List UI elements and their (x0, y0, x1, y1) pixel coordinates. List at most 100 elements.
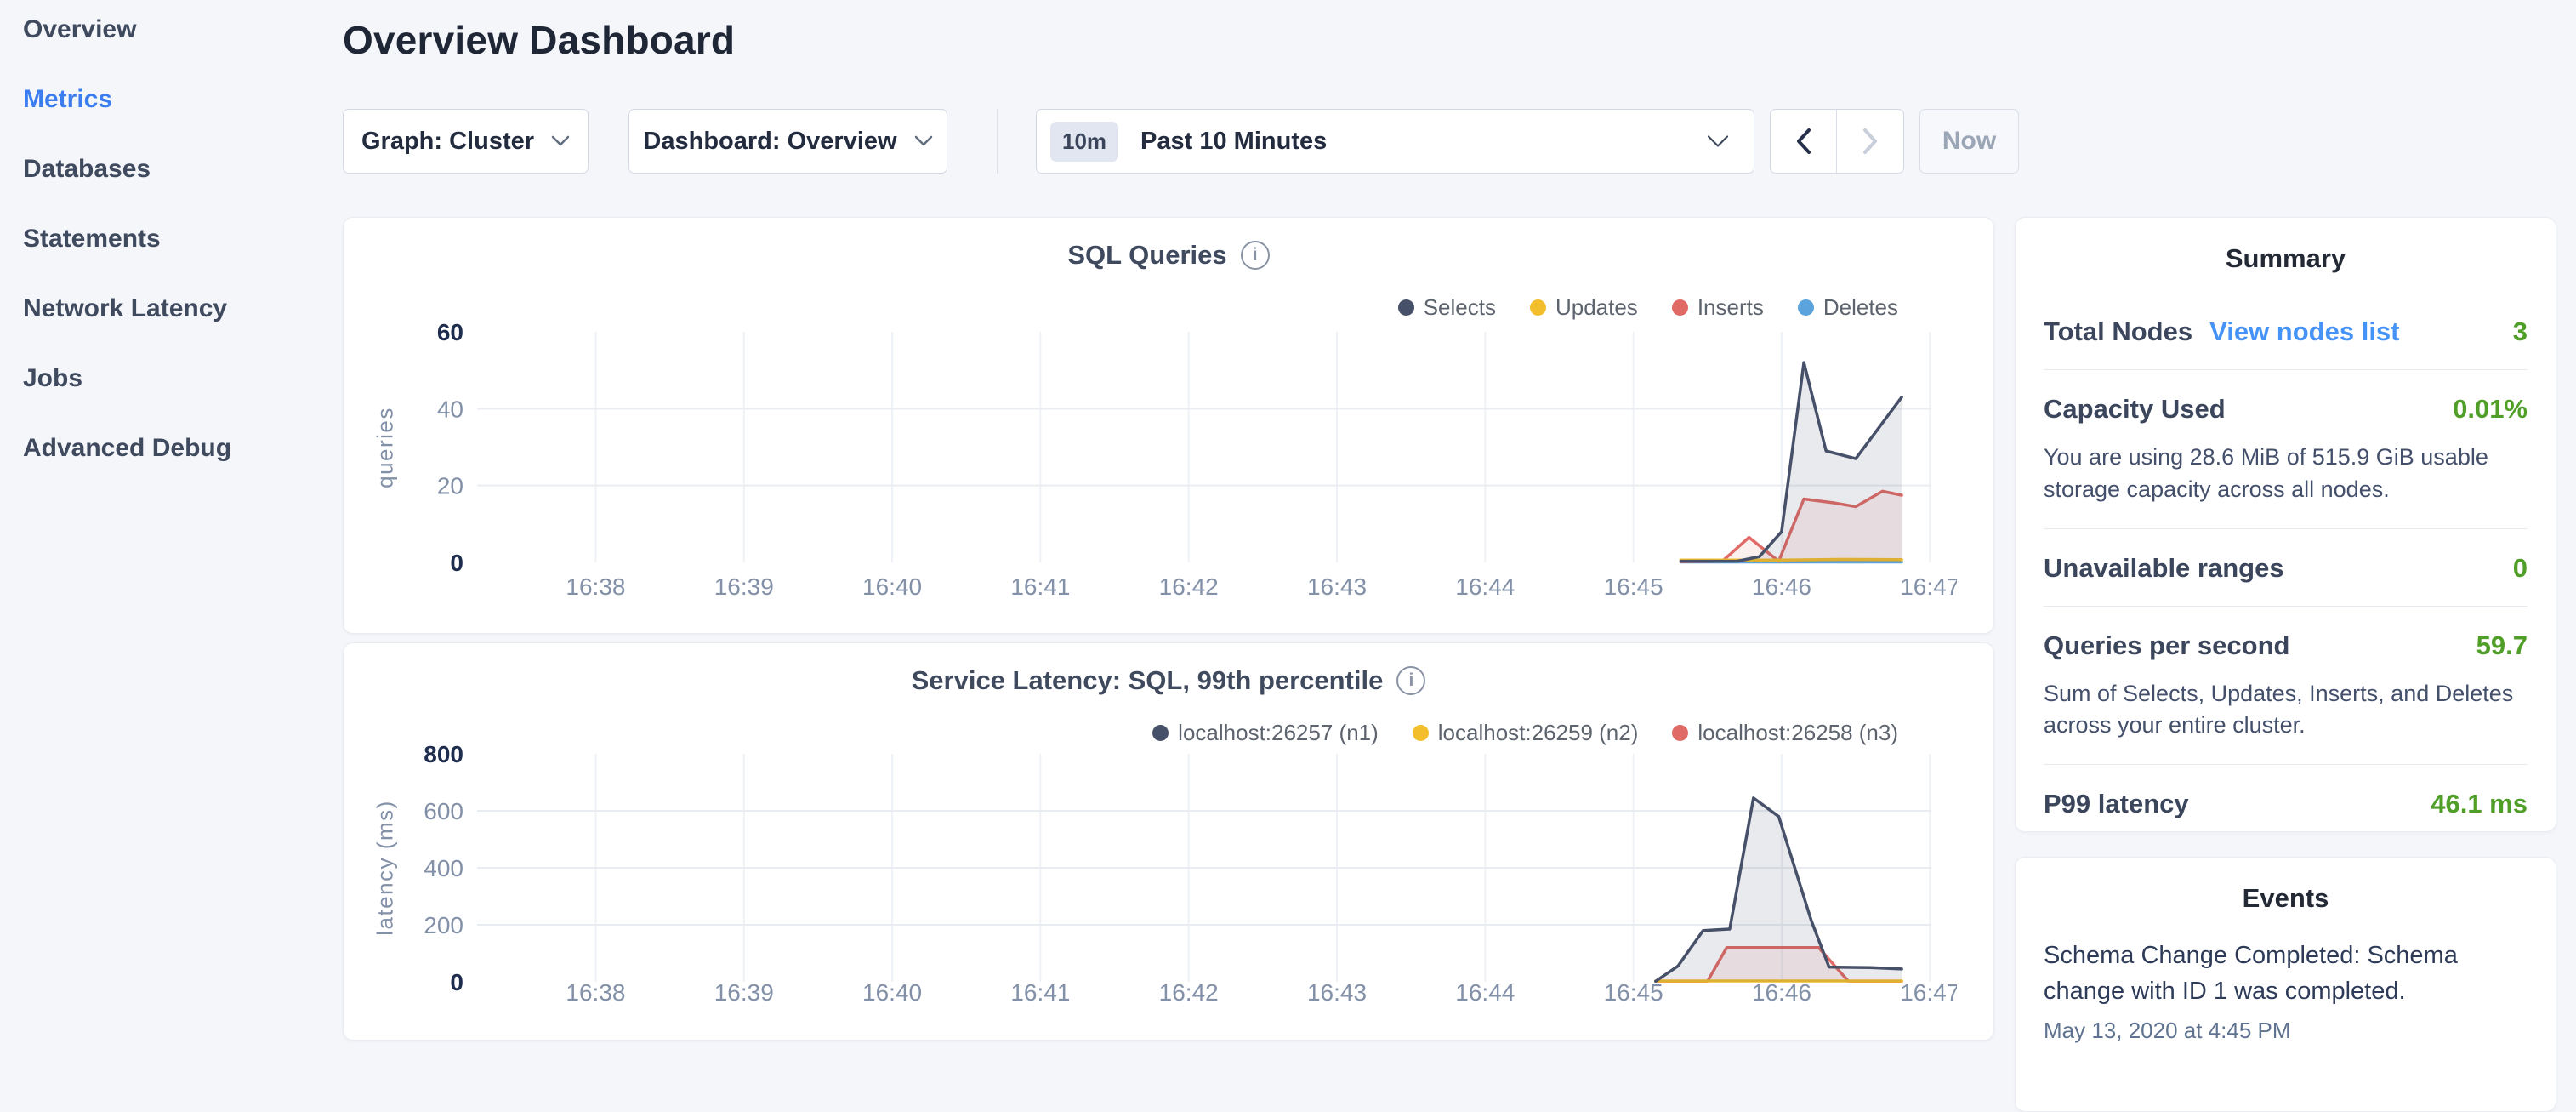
svg-text:16:40: 16:40 (862, 979, 922, 1006)
event-timestamp: May 13, 2020 at 4:45 PM (2044, 1018, 2528, 1044)
svg-text:16:39: 16:39 (714, 573, 774, 600)
svg-text:16:44: 16:44 (1455, 573, 1515, 600)
legend-label: Updates (1555, 294, 1638, 321)
summary-label: Total Nodes (2044, 316, 2192, 347)
svg-text:16:39: 16:39 (714, 979, 774, 1006)
dashboard-dropdown[interactable]: Dashboard: Overview (628, 109, 947, 174)
overview-dashboard-page: { "sidebar": { "items": [ { "label": "Ov… (0, 0, 2576, 1052)
summary-row-queries-per-second: Queries per second 59.7 Sum of Selects, … (2044, 606, 2528, 765)
svg-text:40: 40 (437, 396, 463, 422)
service-latency-chart-card: Service Latency: SQL, 99th percentile i … (343, 642, 1994, 1041)
sidebar: Overview Metrics Databases Statements Ne… (0, 0, 340, 1052)
summary-row-total-nodes: Total Nodes View nodes list 3 (2044, 293, 2528, 369)
summary-panel: Summary Total Nodes View nodes list 3 Ca… (2015, 217, 2556, 832)
legend-dot-icon (1798, 299, 1814, 316)
legend-label: Inserts (1697, 294, 1764, 321)
service-latency-chart-title: Service Latency: SQL, 99th percentile (912, 665, 1384, 696)
service-latency-plot: 16:38 16:39 16:40 16:41 16:42 16:43 16:44 16:45… (358, 733, 1957, 1022)
svg-text:16:46: 16:46 (1752, 573, 1811, 600)
sql-queries-legend: Selects Updates Inserts Deletes (1398, 294, 1898, 321)
summary-row-unavailable-ranges: Unavailable ranges 0 (2044, 528, 2528, 606)
svg-text:200: 200 (424, 912, 463, 938)
svg-text:0: 0 (450, 969, 463, 995)
legend-dot-icon (1530, 299, 1546, 316)
svg-text:16:38: 16:38 (566, 979, 625, 1006)
svg-text:60: 60 (437, 320, 463, 345)
dashboard-dropdown-label: Dashboard: Overview (643, 128, 896, 156)
summary-label: Queries per second (2044, 630, 2289, 661)
time-range-badge: 10m (1050, 122, 1118, 162)
sidebar-item-databases[interactable]: Databases (23, 155, 340, 185)
legend-label: Selects (1424, 294, 1496, 321)
summary-label: Unavailable ranges (2044, 553, 2284, 584)
svg-text:16:42: 16:42 (1159, 573, 1219, 600)
legend-item[interactable]: Selects (1398, 294, 1496, 321)
svg-text:400: 400 (424, 855, 463, 881)
sql-queries-chart-title: SQL Queries (1067, 240, 1226, 271)
sql-queries-chart-card: SQL Queries i Selects Updates Inserts Delet… (343, 217, 1994, 634)
summary-description: Sum of Selects, Updates, Inserts, and De… (2044, 678, 2528, 765)
sidebar-item-advanced-debug[interactable]: Advanced Debug (23, 434, 340, 465)
view-nodes-list-link[interactable]: View nodes list (2209, 316, 2399, 347)
chevron-down-icon (1706, 134, 1730, 149)
svg-text:16:41: 16:41 (1010, 979, 1070, 1006)
summary-description: You are using 28.6 MiB of 515.9 GiB usab… (2044, 442, 2528, 528)
svg-text:16:42: 16:42 (1159, 979, 1219, 1006)
info-icon[interactable]: i (1241, 241, 1270, 270)
svg-text:16:43: 16:43 (1307, 979, 1367, 1006)
time-step-forward-button[interactable] (1837, 110, 1903, 173)
summary-value: 46.1 ms (2431, 789, 2528, 819)
now-button[interactable]: Now (1919, 109, 2019, 174)
svg-text:16:40: 16:40 (862, 573, 922, 600)
svg-text:16:41: 16:41 (1010, 573, 1070, 600)
svg-text:800: 800 (424, 741, 463, 767)
summary-value: 3 (2513, 316, 2528, 347)
sidebar-item-metrics[interactable]: Metrics (23, 85, 340, 116)
graph-dropdown-label: Graph: Cluster (361, 128, 534, 156)
chevron-down-icon (551, 135, 570, 147)
svg-text:16:45: 16:45 (1604, 573, 1663, 600)
legend-label: Deletes (1823, 294, 1898, 321)
time-step-back-button[interactable] (1771, 110, 1837, 173)
summary-row-capacity-used: Capacity Used 0.01% You are using 28.6 M… (2044, 369, 2528, 528)
summary-title: Summary (2016, 243, 2556, 274)
svg-text:16:45: 16:45 (1604, 979, 1663, 1006)
event-list-item: Schema Change Completed: Schema change w… (2044, 938, 2528, 1044)
summary-label: Capacity Used (2044, 394, 2226, 425)
legend-dot-icon (1398, 299, 1414, 316)
sidebar-item-network-latency[interactable]: Network Latency (23, 294, 340, 325)
svg-text:16:44: 16:44 (1455, 979, 1515, 1006)
events-title: Events (2016, 883, 2556, 914)
svg-text:16:47: 16:47 (1900, 979, 1957, 1006)
sidebar-item-statements[interactable]: Statements (23, 225, 340, 255)
time-range-label: Past 10 Minutes (1140, 128, 1327, 156)
info-icon[interactable]: i (1396, 666, 1425, 695)
svg-text:600: 600 (424, 798, 463, 824)
event-text: Schema Change Completed: Schema change w… (2044, 938, 2528, 1009)
svg-text:16:46: 16:46 (1752, 979, 1811, 1006)
legend-item[interactable]: Inserts (1672, 294, 1764, 321)
svg-text:16:38: 16:38 (566, 573, 625, 600)
chevron-down-icon (914, 135, 933, 147)
legend-item[interactable]: Deletes (1798, 294, 1898, 321)
summary-value: 59.7 (2476, 630, 2528, 661)
svg-text:20: 20 (437, 473, 463, 499)
sidebar-item-overview[interactable]: Overview (23, 15, 340, 46)
summary-value: 0.01% (2453, 394, 2528, 425)
legend-dot-icon (1672, 299, 1688, 316)
toolbar-divider (997, 109, 998, 174)
graph-dropdown[interactable]: Graph: Cluster (343, 109, 589, 174)
svg-text:16:47: 16:47 (1900, 573, 1957, 600)
summary-value: 0 (2513, 553, 2528, 584)
time-range-selector[interactable]: 10m Past 10 Minutes (1036, 109, 1754, 174)
svg-text:0: 0 (450, 550, 463, 576)
legend-item[interactable]: Updates (1530, 294, 1638, 321)
sidebar-item-jobs[interactable]: Jobs (23, 364, 340, 395)
sql-queries-plot: 16:38 16:39 16:40 16:41 16:42 16:43 16:44 16:45… (358, 320, 1957, 609)
page-title: Overview Dashboard (343, 17, 735, 63)
events-panel: Events Schema Change Completed: Schema c… (2015, 857, 2556, 1112)
svg-text:16:43: 16:43 (1307, 573, 1367, 600)
summary-row-p99-latency: P99 latency 46.1 ms (2044, 764, 2528, 841)
summary-label: P99 latency (2044, 789, 2189, 819)
time-step-buttons (1770, 109, 1904, 174)
